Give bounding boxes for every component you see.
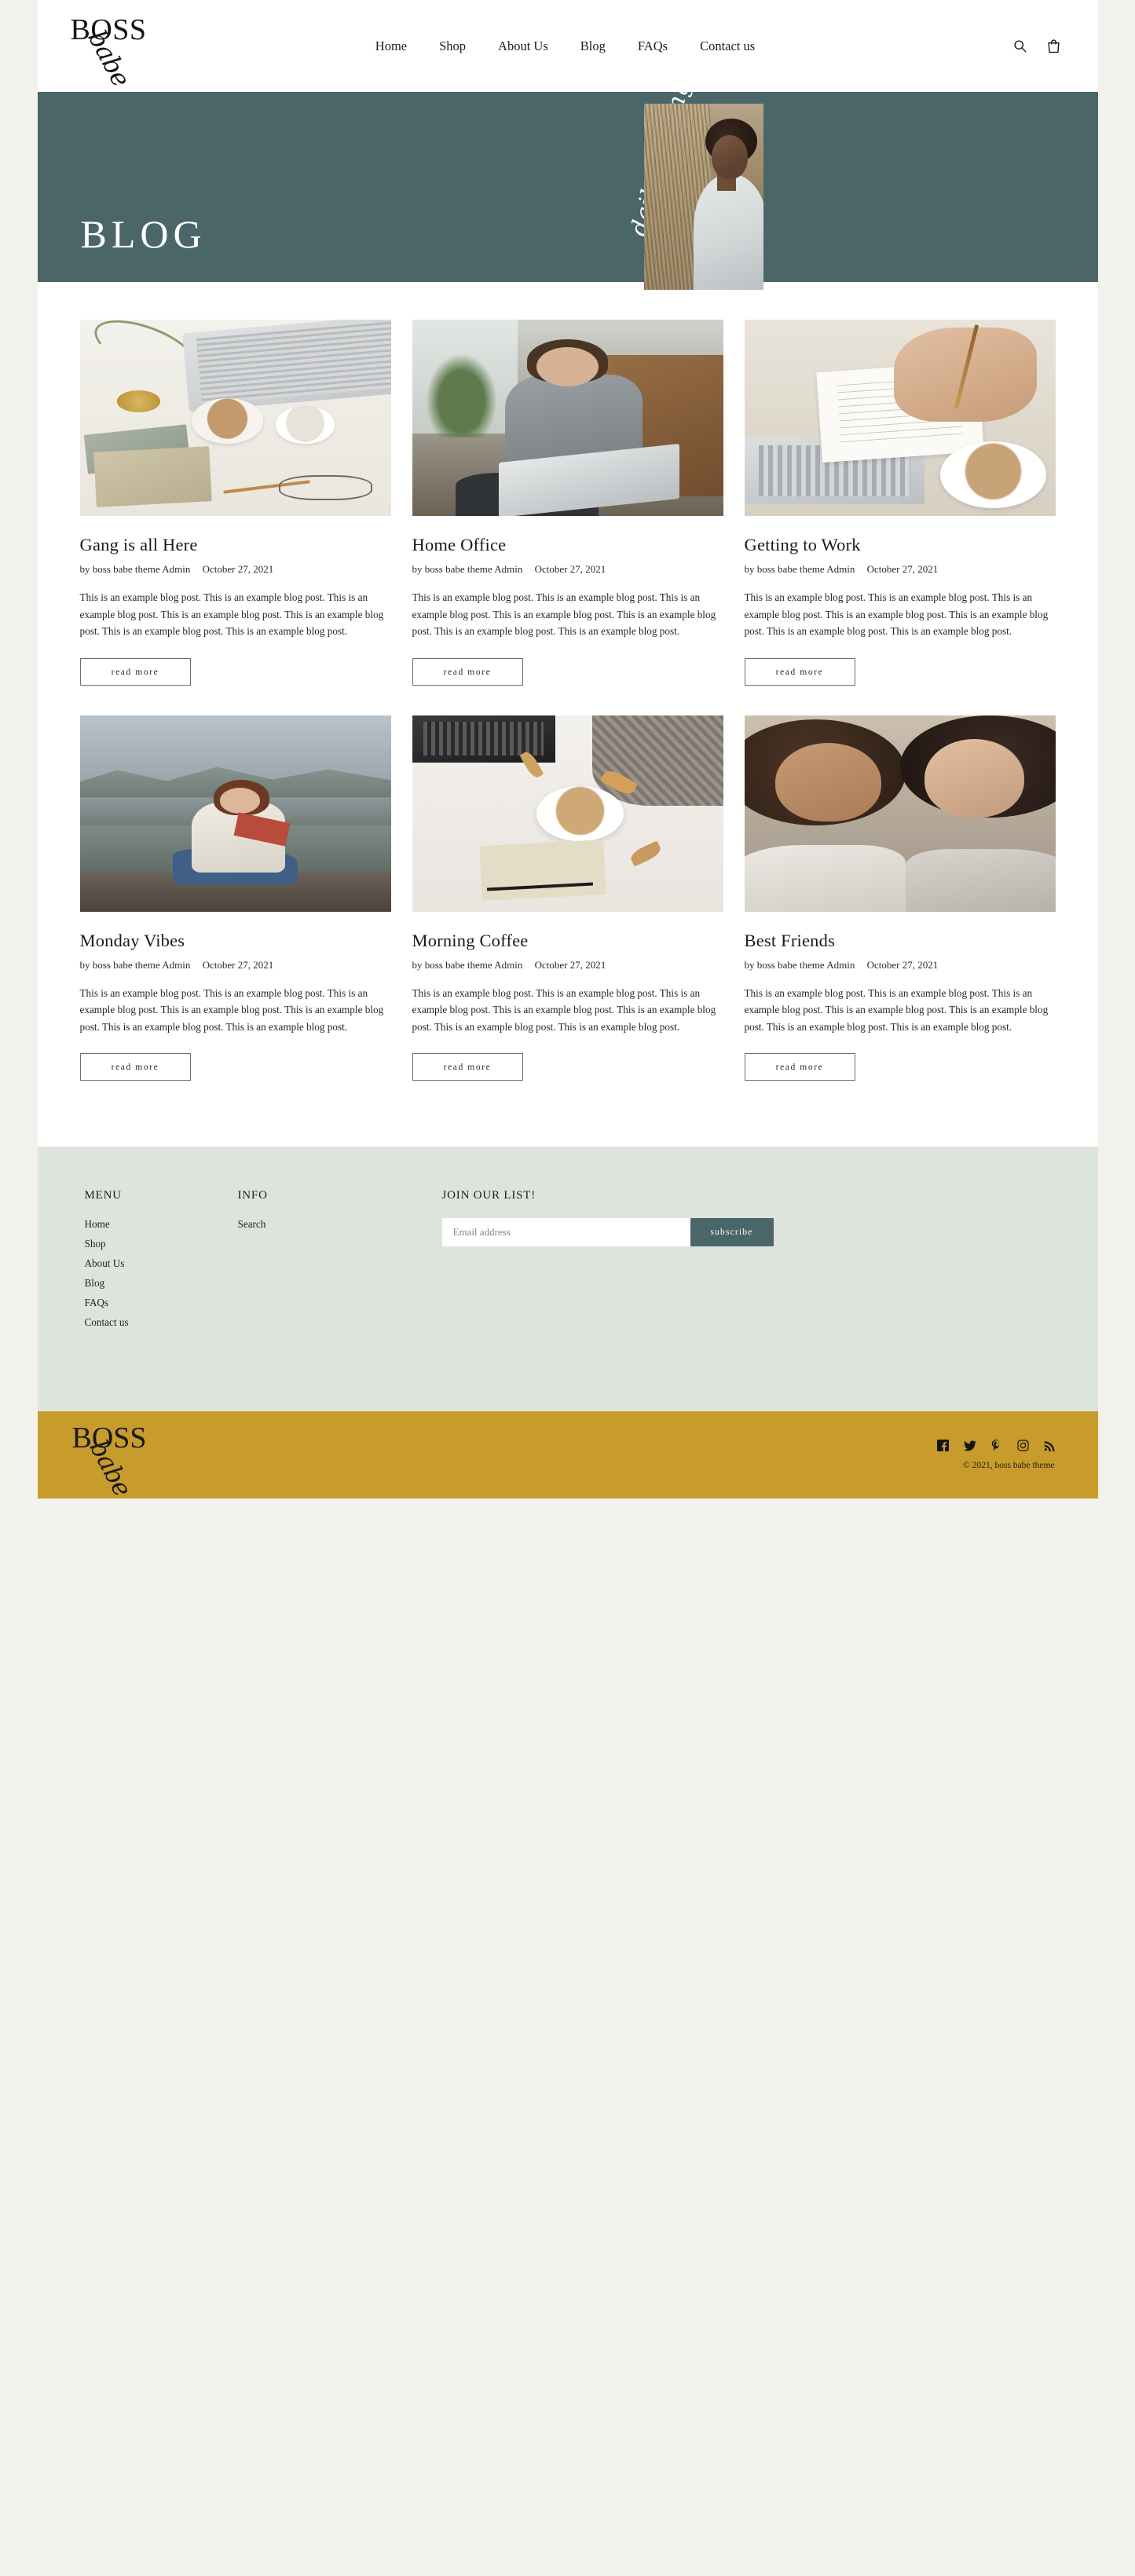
twitter-icon[interactable] <box>963 1440 976 1451</box>
post-author: by boss babe theme Admin <box>744 563 855 575</box>
post-meta: by boss babe theme Admin October 27, 202… <box>80 563 391 576</box>
post-thumbnail[interactable] <box>79 320 391 516</box>
site-footer: MENU Home Shop About Us Blog FAQs Contac… <box>37 1147 1098 1412</box>
post-author: by boss babe theme Admin <box>412 958 523 971</box>
read-more-button[interactable]: read more <box>79 1053 191 1081</box>
post-author: by boss babe theme Admin <box>744 958 855 971</box>
main-navigation: Home Shop About Us Blog FAQs Contact us <box>189 38 943 54</box>
header-icon-group <box>943 38 1060 53</box>
nav-item-contact-us[interactable]: Contact us <box>700 38 755 54</box>
footer-link-blog[interactable]: Blog <box>85 1277 238 1290</box>
post-excerpt: This is an example blog post. This is an… <box>79 591 384 638</box>
blog-post-card: Gang is all Here by boss babe theme Admi… <box>79 309 391 704</box>
post-title[interactable]: Gang is all Here <box>80 535 391 555</box>
post-date: October 27, 2021 <box>202 563 274 575</box>
post-thumbnail[interactable] <box>412 715 723 912</box>
blog-post-card: Morning Coffee by boss babe theme Admin … <box>412 704 723 1100</box>
post-author: by boss babe theme Admin <box>412 563 523 575</box>
footer-menu-heading: MENU <box>84 1189 122 1202</box>
post-title[interactable]: Monday Vibes <box>80 931 391 951</box>
hero-banner: BLOG daily musings <box>37 64 1098 290</box>
post-author: by boss babe theme Admin <box>79 958 191 971</box>
post-meta: by boss babe theme Admin October 27, 202… <box>412 959 723 971</box>
post-excerpt: This is an example blog post. This is an… <box>79 986 384 1033</box>
facebook-icon[interactable] <box>936 1440 949 1452</box>
nav-item-blog[interactable]: Blog <box>580 38 606 54</box>
site-logo[interactable]: BOSS babe <box>71 15 189 91</box>
read-more-button[interactable]: read more <box>744 657 855 686</box>
blog-post-card: Getting to Work by boss babe theme Admin… <box>744 309 1056 704</box>
subscribe-button[interactable]: subscribe <box>690 1218 774 1247</box>
bottom-bar: BOSS babe © 2021, boss babe theme <box>37 1411 1098 1501</box>
post-title[interactable]: Best Friends <box>745 931 1056 951</box>
blog-post-grid-section: Gang is all Here by boss babe theme Admi… <box>37 282 1098 1147</box>
page-title: BLOG <box>80 212 207 256</box>
post-thumbnail[interactable] <box>79 715 391 912</box>
blog-post-grid: Gang is all Here by boss babe theme Admi… <box>79 309 1056 1100</box>
instagram-icon[interactable] <box>1016 1440 1029 1451</box>
footer-link-faqs[interactable]: FAQs <box>85 1297 238 1309</box>
footer-link-shop[interactable]: Shop <box>85 1238 238 1250</box>
footer-info-column: INFO Search <box>238 1189 442 1336</box>
footer-link-home[interactable]: Home <box>85 1218 238 1231</box>
page-container: BOSS babe Home Shop About Us Blog FAQs C… <box>37 0 1098 1501</box>
pinterest-icon[interactable] <box>991 1440 1002 1451</box>
site-header: BOSS babe Home Shop About Us Blog FAQs C… <box>37 0 1098 92</box>
post-date: October 27, 2021 <box>202 958 274 971</box>
read-more-button[interactable]: read more <box>79 657 191 686</box>
post-title[interactable]: Home Office <box>412 535 723 555</box>
footer-info-heading: INFO <box>237 1189 268 1202</box>
hero-photo <box>643 104 763 290</box>
footer-logo[interactable]: BOSS babe <box>72 1422 167 1500</box>
post-date: October 27, 2021 <box>534 563 606 575</box>
post-meta: by boss babe theme Admin October 27, 202… <box>745 959 1056 971</box>
post-date: October 27, 2021 <box>866 563 939 575</box>
search-icon[interactable] <box>1013 39 1027 53</box>
copyright-text: © 2021, boss babe theme <box>963 1461 1055 1471</box>
post-excerpt: This is an example blog post. This is an… <box>412 591 716 638</box>
bottom-bar-right: © 2021, boss babe theme <box>936 1440 1055 1471</box>
newsletter-heading: JOIN OUR LIST! <box>441 1189 536 1202</box>
nav-item-about-us[interactable]: About Us <box>498 38 548 54</box>
nav-item-home[interactable]: Home <box>375 38 407 54</box>
blog-post-card: Home Office by boss babe theme Admin Oct… <box>412 309 723 704</box>
read-more-button[interactable]: read more <box>744 1053 855 1081</box>
post-thumbnail[interactable] <box>744 320 1056 516</box>
footer-link-search[interactable]: Search <box>238 1218 442 1231</box>
post-author: by boss babe theme Admin <box>79 563 191 575</box>
footer-link-contact-us[interactable]: Contact us <box>85 1316 238 1329</box>
social-icon-group <box>936 1440 1055 1452</box>
footer-menu-column: MENU Home Shop About Us Blog FAQs Contac… <box>85 1189 238 1336</box>
blog-post-card: Best Friends by boss babe theme Admin Oc… <box>744 704 1056 1100</box>
cart-icon[interactable] <box>1047 38 1060 53</box>
post-date: October 27, 2021 <box>534 958 606 971</box>
post-date: October 27, 2021 <box>866 958 939 971</box>
newsletter-form: subscribe <box>441 1218 774 1247</box>
post-excerpt: This is an example blog post. This is an… <box>412 986 716 1033</box>
blog-post-card: Monday Vibes by boss babe theme Admin Oc… <box>79 704 391 1100</box>
post-title[interactable]: Getting to Work <box>745 535 1056 555</box>
nav-item-faqs[interactable]: FAQs <box>638 38 668 54</box>
post-meta: by boss babe theme Admin October 27, 202… <box>80 959 391 971</box>
post-excerpt: This is an example blog post. This is an… <box>744 591 1049 638</box>
footer-link-about-us[interactable]: About Us <box>85 1257 238 1270</box>
footer-newsletter-column: JOIN OUR LIST! subscribe <box>441 1189 1051 1336</box>
post-title[interactable]: Morning Coffee <box>412 931 723 951</box>
read-more-button[interactable]: read more <box>412 1053 523 1081</box>
post-meta: by boss babe theme Admin October 27, 202… <box>745 563 1056 576</box>
post-thumbnail[interactable] <box>412 320 723 516</box>
read-more-button[interactable]: read more <box>412 657 523 686</box>
post-meta: by boss babe theme Admin October 27, 202… <box>412 563 723 576</box>
post-excerpt: This is an example blog post. This is an… <box>744 986 1049 1033</box>
post-thumbnail[interactable] <box>744 715 1056 912</box>
nav-item-shop[interactable]: Shop <box>439 38 466 54</box>
rss-icon[interactable] <box>1044 1440 1055 1451</box>
email-input[interactable] <box>441 1218 690 1247</box>
